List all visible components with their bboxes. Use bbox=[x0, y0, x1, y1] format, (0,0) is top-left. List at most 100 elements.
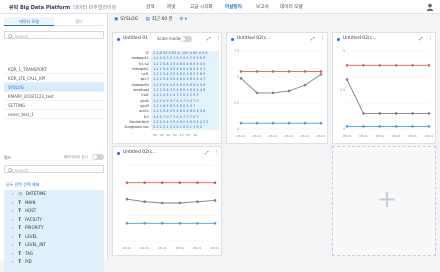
list-item[interactable]: KDR_1_TRANSPORT bbox=[4, 65, 104, 74]
data-point bbox=[125, 197, 129, 201]
card-title: Untitled 01 bbox=[123, 36, 148, 41]
x-tick-label: 08:21 bbox=[408, 134, 417, 138]
data-point bbox=[427, 125, 431, 128]
add-chart-card[interactable]: + bbox=[332, 146, 436, 256]
data-point bbox=[125, 221, 129, 225]
data-point bbox=[239, 121, 243, 125]
line-chart[interactable]: 7.5 5 2.5 0 08:21 08:21 08:21 08:21 08:21 08:21 bbox=[227, 45, 327, 143]
y-tick-label: 0 bbox=[343, 127, 345, 131]
data-point bbox=[160, 181, 164, 185]
field-label: 필드 bbox=[4, 154, 12, 160]
field-search-input[interactable]: search bbox=[4, 165, 104, 173]
menu-data-model[interactable]: 데이터 모델 bbox=[280, 4, 303, 10]
tab-syslog[interactable]: SYSLOG bbox=[120, 17, 138, 22]
scale-toggle[interactable] bbox=[180, 36, 192, 42]
x-tick-label: 08:21 bbox=[392, 134, 401, 138]
line-chart[interactable]: 5 2.5 0 08:21 08:21 08:21 08:21 08:21 08:21 bbox=[333, 45, 435, 143]
brand-subtitle: 데이터 비주얼라이징 bbox=[73, 5, 117, 11]
list-item[interactable]: KDR_LTE_CALL_KPI bbox=[4, 74, 104, 83]
expand-icon[interactable]: ⤢ bbox=[205, 150, 209, 156]
series-line bbox=[126, 198, 216, 204]
menu-report[interactable]: 보고서 bbox=[256, 4, 269, 10]
more-icon[interactable]: ⋮ bbox=[428, 36, 433, 41]
field-item[interactable]: ✓ T FACILITY bbox=[4, 216, 104, 225]
field-item[interactable]: ✓ T LEVEL bbox=[4, 233, 104, 242]
field-item[interactable]: ✓ T MAIN bbox=[4, 199, 104, 208]
data-point bbox=[239, 77, 243, 80]
field-item[interactable]: ✓ T LEVEL_INT bbox=[4, 241, 104, 250]
field-type: T bbox=[18, 242, 22, 247]
more-icon[interactable]: ⋮ bbox=[214, 150, 219, 155]
data-point bbox=[143, 200, 146, 204]
top-header: 큐빅 Big Data Platform 데이터 비주얼라이징 검색 피벗 고급 … bbox=[0, 0, 440, 14]
field-type: T bbox=[18, 199, 22, 205]
field-item[interactable]: ✓ ◷ DATETIME bbox=[4, 190, 104, 199]
data-point bbox=[125, 181, 129, 185]
tab-fields[interactable]: 필드 bbox=[54, 17, 104, 26]
tab-time-range[interactable]: 최근 60 분 bbox=[152, 17, 173, 22]
data-point bbox=[378, 125, 382, 128]
data-point bbox=[213, 221, 217, 225]
x-tick-label: 08:21 bbox=[301, 134, 310, 138]
row-values: 0 0 2 3 1 0 2 0 1 0 0 1 1 9 2 bbox=[151, 125, 219, 131]
data-point bbox=[319, 70, 323, 73]
list-item-selected[interactable]: SYSLOG bbox=[4, 83, 104, 92]
list-item[interactable]: SETTING bbox=[4, 101, 104, 110]
workspace: ▣ SYSLOG ▤ 최근 60 분 ⚙ ▾ Untitled 01 Scale m… bbox=[108, 14, 440, 260]
y-tick-label: 5 bbox=[343, 49, 345, 53]
data-point bbox=[427, 64, 431, 67]
brand-title: 큐빅 Big Data Platform bbox=[9, 5, 71, 11]
data-point bbox=[143, 221, 146, 225]
data-point bbox=[271, 121, 275, 125]
list-item[interactable]: KMAPP_20181122_test bbox=[4, 92, 104, 101]
data-point bbox=[362, 64, 365, 67]
card-line-chart[interactable]: Untitled 02(c... ⤢ ⋮ 5 2.5 0 08:21 08:21 08:2… bbox=[332, 32, 436, 144]
workspace-tabs: ▣ SYSLOG ▤ 최근 60 분 ⚙ ▾ bbox=[114, 16, 187, 25]
data-point bbox=[178, 201, 182, 205]
card-table[interactable]: Untitled 01 Scale mode ⤢ ⋮ f2 2 4.8 52.4 … bbox=[112, 32, 222, 144]
menu-search[interactable]: 검색 bbox=[146, 4, 154, 10]
check-icon: ✓ bbox=[11, 233, 15, 239]
data-point bbox=[271, 91, 275, 95]
field-name: TAG bbox=[25, 250, 33, 256]
field-type: T bbox=[18, 250, 22, 256]
menu-pivot[interactable]: 피벗 bbox=[167, 4, 175, 10]
settings-icon[interactable]: ⚙ ▾ bbox=[179, 17, 187, 22]
data-point bbox=[319, 121, 323, 125]
meta-toggle[interactable] bbox=[92, 154, 104, 160]
field-item[interactable]: ✓ T TAG bbox=[4, 250, 104, 259]
field-name: HOST bbox=[25, 208, 37, 213]
field-item[interactable]: ✓ T PRIORITY bbox=[4, 224, 104, 233]
tab-data-model[interactable]: 데이터 모델 bbox=[4, 17, 54, 26]
card-title: Untitled 02(c... bbox=[237, 36, 271, 41]
brand-logo[interactable]: 큐빅 Big Data Platform 데이터 비주얼라이징 bbox=[9, 4, 116, 11]
field-name: MAIN bbox=[25, 199, 36, 205]
model-search-input[interactable]: search bbox=[4, 31, 104, 39]
check-icon: ✓ bbox=[11, 191, 15, 196]
expand-icon[interactable]: ⤢ bbox=[207, 36, 211, 42]
menu-advanced-viz[interactable]: 고급 시각화 bbox=[190, 4, 213, 10]
expand-icon[interactable]: ⤢ bbox=[311, 36, 315, 42]
field-select-links[interactable]: 모두 선택 선택 해제 bbox=[6, 182, 39, 188]
line-chart[interactable]: 08:21 08:21 08:21 08:21 08:21 08:21 bbox=[113, 159, 221, 255]
data-point bbox=[394, 64, 398, 67]
user-icon[interactable] bbox=[426, 3, 434, 11]
data-point bbox=[255, 70, 259, 73]
data-point bbox=[143, 181, 146, 185]
y-tick-label: 7.5 bbox=[234, 49, 239, 53]
menu-active[interactable]: 마샬링직 bbox=[225, 4, 242, 10]
more-icon[interactable]: ⋮ bbox=[320, 36, 325, 41]
search-placeholder: search bbox=[15, 167, 29, 173]
data-point bbox=[378, 64, 382, 67]
field-item[interactable]: ✓ T HOST bbox=[4, 207, 104, 216]
x-tick-label: 08:21 bbox=[175, 246, 184, 250]
expand-icon[interactable]: ⤢ bbox=[419, 36, 423, 42]
table-row[interactable]: Sunghoon nsc 0 0 2 3 1 0 2 0 1 0 0 1 1 9 … bbox=[119, 125, 219, 131]
card-line-chart[interactable]: Untitled 02(c... ⤢ ⋮ 08:21 08:21 08:21 08:2… bbox=[112, 146, 222, 256]
field-item[interactable]: ✓ T PID bbox=[4, 258, 104, 267]
scale-mode-label: Scale mode bbox=[157, 36, 181, 41]
card-line-chart[interactable]: Untitled 02(c... ⤢ ⋮ 7.5 5 2.5 0 08:21 08:21 0… bbox=[226, 32, 328, 144]
data-point bbox=[411, 125, 414, 128]
list-item[interactable]: never_test_1 bbox=[4, 110, 104, 119]
more-icon[interactable]: ⋮ bbox=[216, 36, 221, 41]
